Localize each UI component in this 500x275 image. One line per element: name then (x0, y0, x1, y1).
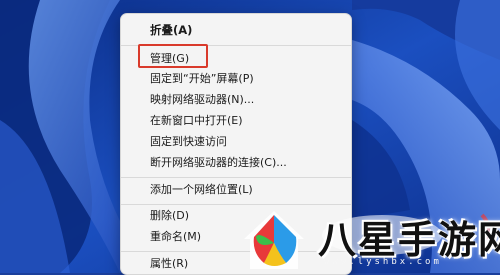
menu-item-collapse[interactable]: 折叠(A) (121, 20, 351, 40)
menu-item-add-network-location[interactable]: 添加一个网络位置(L) (121, 180, 351, 200)
menu-item-map-network-drive[interactable]: 映射网络驱动器(N)... (121, 90, 351, 110)
menu-separator (121, 177, 351, 178)
watermark-url-text: www.lyshbx.com (324, 257, 442, 267)
menu-item-disconnect-network-drive[interactable]: 断开网络驱动器的连接(C)... (121, 153, 351, 173)
menu-item-pin-quick-access[interactable]: 固定到快速访问 (121, 132, 351, 152)
menu-item-pin-to-start[interactable]: 固定到“开始”屏幕(P) (121, 69, 351, 89)
menu-item-open-new-window[interactable]: 在新窗口中打开(E) (121, 111, 351, 131)
highlight-annotation (138, 44, 208, 68)
watermark-brand-text: 八星手游网 (318, 218, 500, 262)
